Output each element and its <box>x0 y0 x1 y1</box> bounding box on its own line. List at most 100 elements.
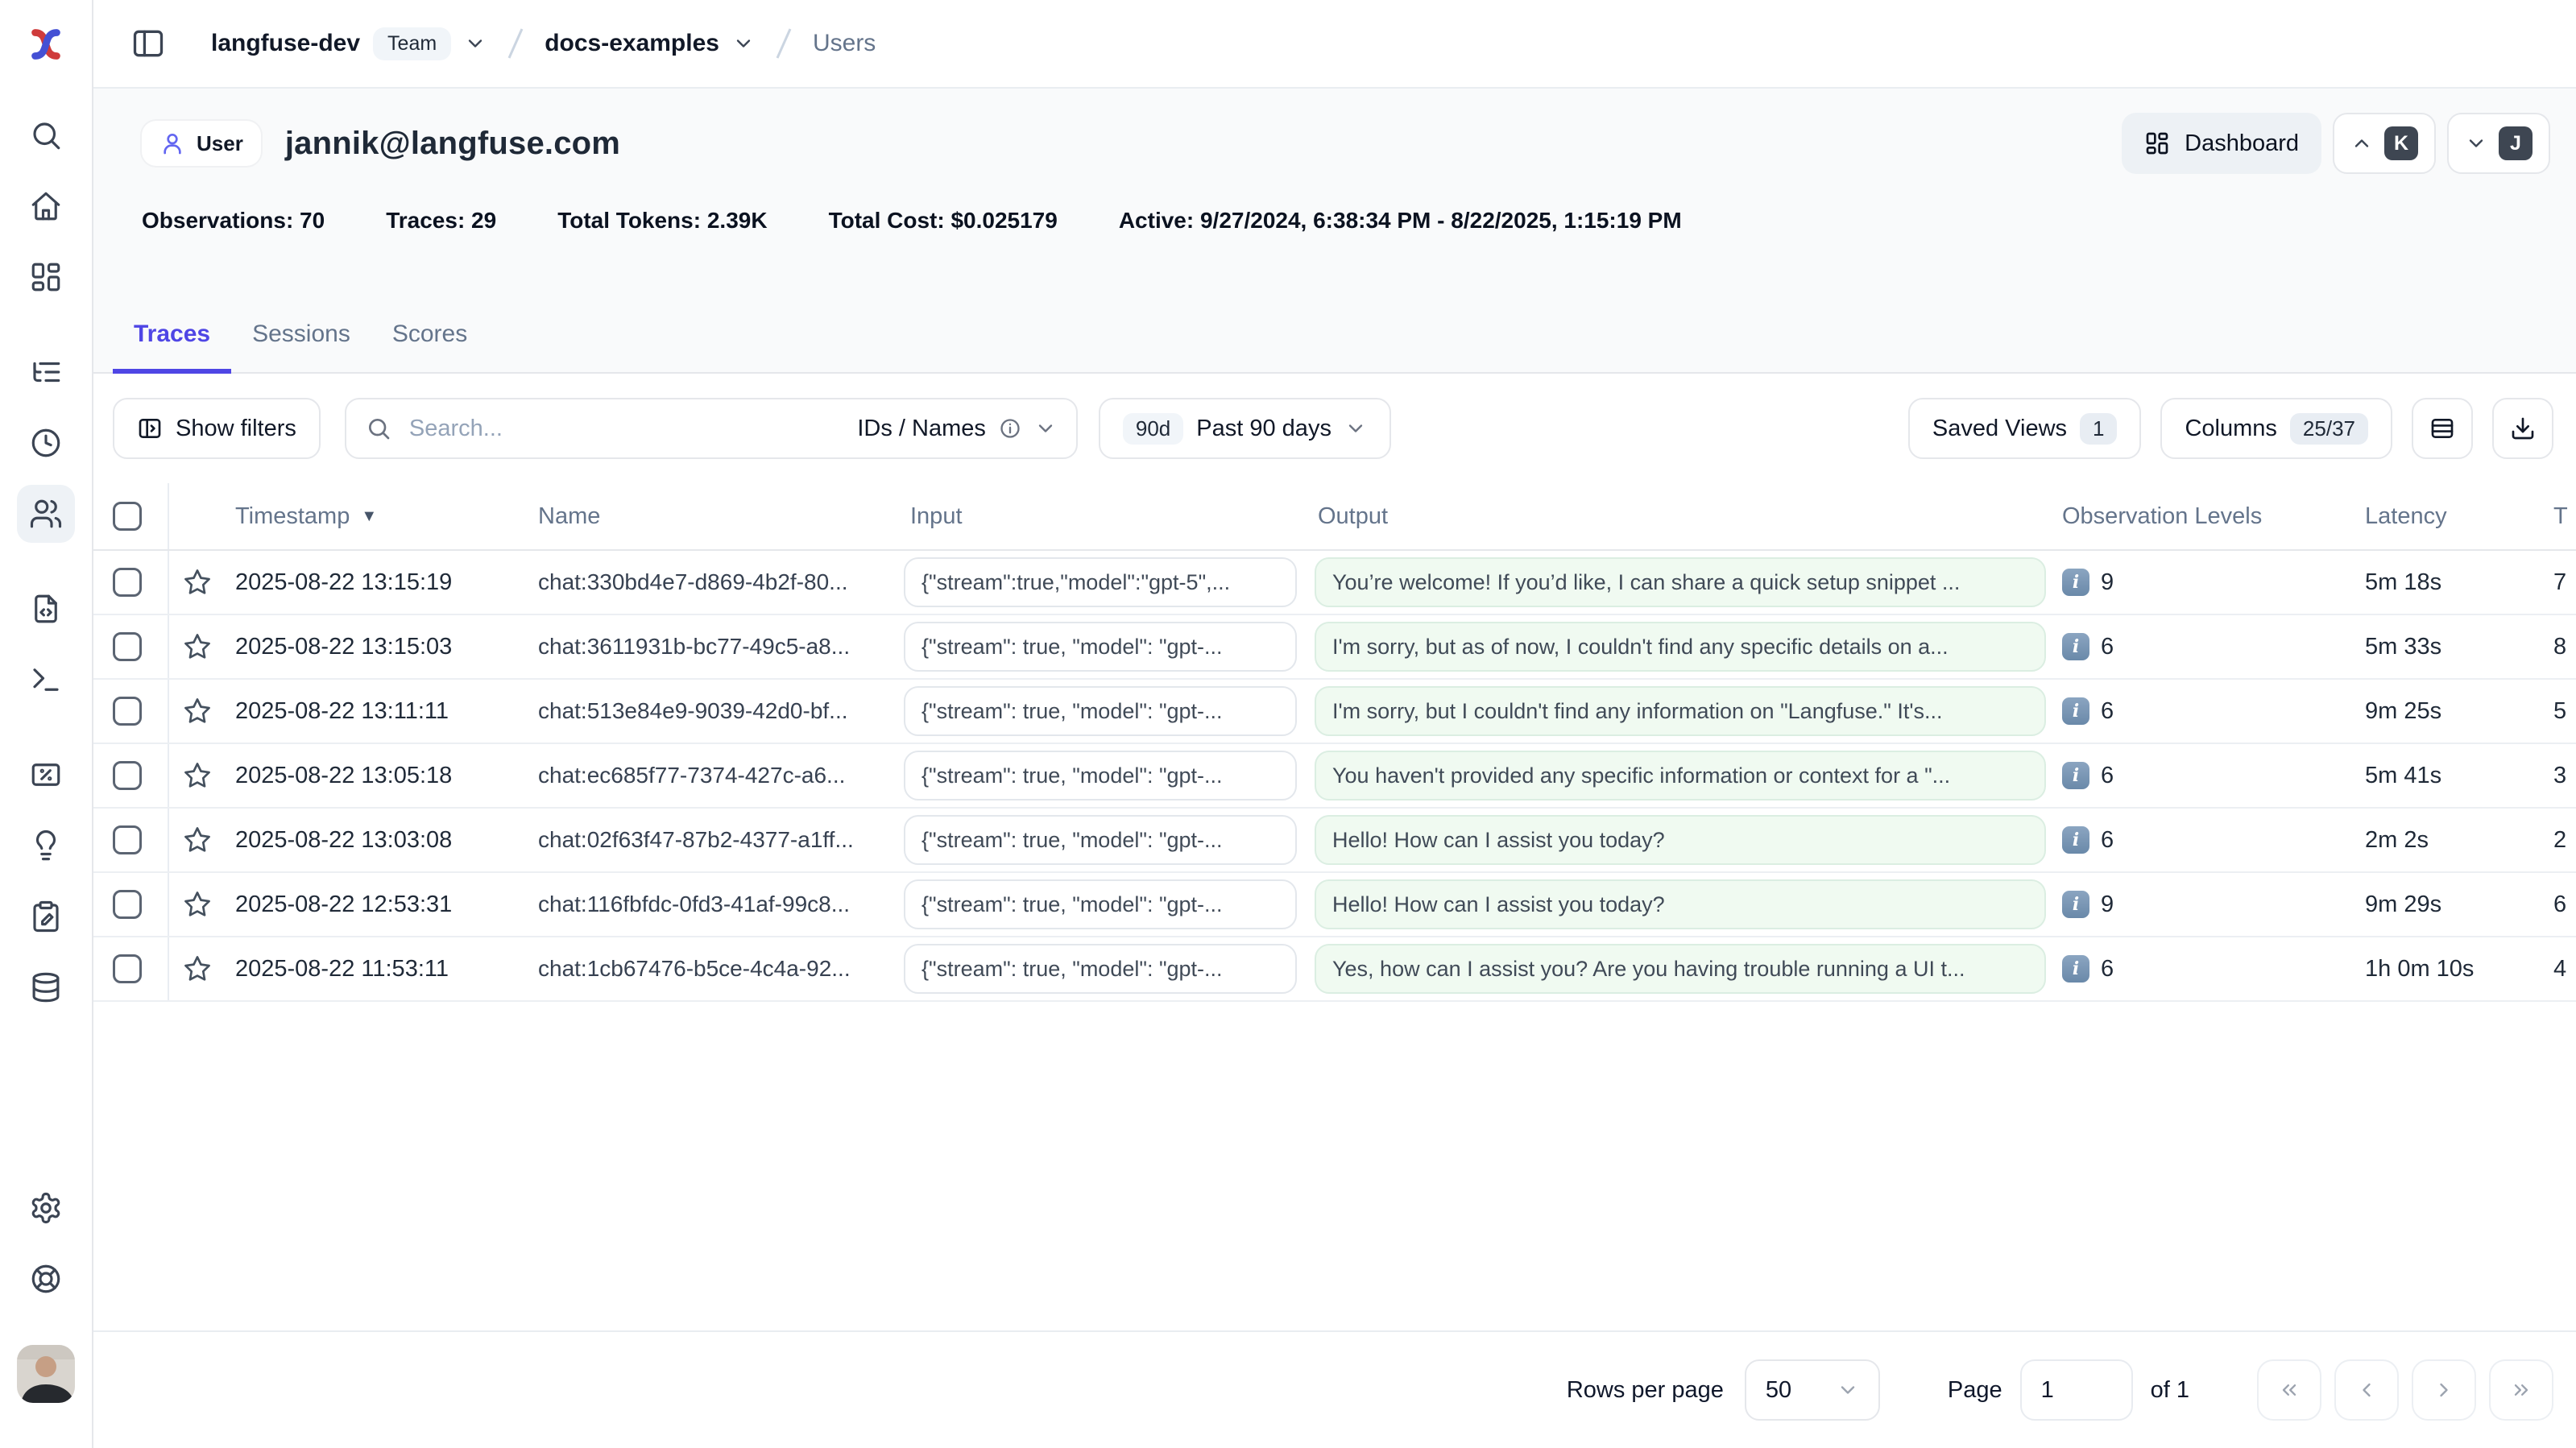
tab-traces[interactable]: Traces <box>113 321 231 374</box>
select-all-checkbox[interactable] <box>113 502 142 531</box>
trace-name[interactable]: chat:ec685f77-7374-427c-a6... <box>528 744 894 807</box>
sidebar-item-annotation[interactable] <box>17 887 75 945</box>
previous-user-button[interactable]: K <box>2333 113 2436 174</box>
column-header-timestamp[interactable]: Timestamp▼ <box>226 483 528 549</box>
sidebar-item-prompts[interactable] <box>17 580 75 638</box>
tab-sessions[interactable]: Sessions <box>231 321 371 374</box>
bookmark-star-button[interactable] <box>182 696 213 726</box>
trace-tokens: 6 <box>2518 873 2576 936</box>
breadcrumb-slash <box>772 24 795 63</box>
trace-input-preview[interactable]: {"stream": true, "model": "gpt-... <box>904 686 1297 736</box>
row-checkbox[interactable] <box>113 825 142 854</box>
trace-name[interactable]: chat:3611931b-bc77-49c5-a8... <box>528 615 894 678</box>
trace-tokens: 3 <box>2518 744 2576 807</box>
file-code-icon <box>29 592 63 626</box>
sidebar-item-datasets[interactable] <box>17 958 75 1016</box>
next-page-button[interactable] <box>2412 1359 2476 1421</box>
search-scope-label: IDs / Names <box>857 416 986 442</box>
rows-per-page-select[interactable]: 50 <box>1745 1359 1880 1421</box>
table-row[interactable]: 2025-08-22 13:15:19 chat:330bd4e7-d869-4… <box>93 551 2576 615</box>
trace-output-preview[interactable]: Yes, how can I assist you? Are you havin… <box>1315 944 2046 994</box>
row-checkbox[interactable] <box>113 954 142 983</box>
row-checkbox[interactable] <box>113 568 142 597</box>
chevron-down-icon <box>464 32 487 55</box>
trace-output-preview[interactable]: Hello! How can I assist you today? <box>1315 815 2046 865</box>
trace-output-preview[interactable]: Hello! How can I assist you today? <box>1315 879 2046 929</box>
filter-bar: Show filters IDs / Names 90d Past 90 day… <box>93 374 2576 459</box>
row-checkbox[interactable] <box>113 697 142 726</box>
info-level-badge: i <box>2062 697 2089 725</box>
sidebar-item-users[interactable] <box>17 485 75 543</box>
table-row[interactable]: 2025-08-22 13:11:11 chat:513e84e9-9039-4… <box>93 680 2576 744</box>
user-avatar[interactable] <box>17 1345 75 1403</box>
last-page-button[interactable] <box>2489 1359 2553 1421</box>
tab-scores[interactable]: Scores <box>371 321 488 374</box>
sidebar-toggle-button[interactable] <box>124 19 172 68</box>
trace-input-preview[interactable]: {"stream": true, "model": "gpt-... <box>904 879 1297 929</box>
row-height-button[interactable] <box>2412 398 2473 459</box>
bookmark-star-button[interactable] <box>182 825 213 855</box>
trace-input-preview[interactable]: {"stream": true, "model": "gpt-... <box>904 815 1297 865</box>
langfuse-logo[interactable] <box>0 0 92 89</box>
project-selector[interactable]: docs-examples <box>545 30 755 57</box>
export-button[interactable] <box>2492 398 2553 459</box>
sidebar-item-evaluation[interactable] <box>17 746 75 804</box>
time-range-filter[interactable]: 90d Past 90 days <box>1099 398 1391 459</box>
lifebuoy-icon <box>29 1262 63 1296</box>
bookmark-star-button[interactable] <box>182 631 213 662</box>
sidebar-item-playground[interactable] <box>17 651 75 709</box>
bookmark-star-button[interactable] <box>182 760 213 791</box>
trace-output-preview[interactable]: I'm sorry, but I couldn't find any infor… <box>1315 686 2046 736</box>
table-row[interactable]: 2025-08-22 13:05:18 chat:ec685f77-7374-4… <box>93 744 2576 809</box>
sidebar-item-home[interactable] <box>17 177 75 235</box>
page-total-label: of 1 <box>2151 1377 2189 1404</box>
trace-latency: 5m 41s <box>2357 744 2518 807</box>
bookmark-star-button[interactable] <box>182 567 213 598</box>
show-filters-button[interactable]: Show filters <box>113 398 321 459</box>
first-page-button[interactable] <box>2257 1359 2321 1421</box>
saved-views-button[interactable]: Saved Views 1 <box>1908 398 2142 459</box>
previous-page-button[interactable] <box>2334 1359 2399 1421</box>
trace-output-preview[interactable]: You haven't provided any specific inform… <box>1315 751 2046 801</box>
trace-output-preview[interactable]: I'm sorry, but as of now, I couldn't fin… <box>1315 622 2046 672</box>
org-selector[interactable]: langfuse-dev Team <box>211 27 487 60</box>
page-number-input[interactable] <box>2020 1359 2133 1421</box>
next-user-button[interactable]: J <box>2447 113 2550 174</box>
trace-input-preview[interactable]: {"stream":true,"model":"gpt-5",... <box>904 557 1297 607</box>
columns-button[interactable]: Columns 25/37 <box>2160 398 2392 459</box>
sidebar-item-insights[interactable] <box>17 817 75 875</box>
table-row[interactable]: 2025-08-22 13:03:08 chat:02f63f47-87b2-4… <box>93 809 2576 873</box>
table-row[interactable]: 2025-08-22 12:53:31 chat:116fbfdc-0fd3-4… <box>93 873 2576 937</box>
sidebar-item-settings[interactable] <box>17 1179 75 1237</box>
trace-timestamp: 2025-08-22 13:03:08 <box>226 809 528 871</box>
trace-name[interactable]: chat:513e84e9-9039-42d0-bf... <box>528 680 894 743</box>
sidebar-item-search[interactable] <box>17 106 75 164</box>
trace-name[interactable]: chat:1cb67476-b5ce-4c4a-92... <box>528 937 894 1000</box>
trace-input-preview[interactable]: {"stream": true, "model": "gpt-... <box>904 622 1297 672</box>
search-input[interactable] <box>406 414 843 444</box>
sidebar-item-sessions[interactable] <box>17 414 75 472</box>
row-checkbox[interactable] <box>113 890 142 919</box>
trace-output-preview[interactable]: You’re welcome! If you’d like, I can sha… <box>1315 557 2046 607</box>
row-checkbox[interactable] <box>113 632 142 661</box>
trace-input-preview[interactable]: {"stream": true, "model": "gpt-... <box>904 944 1297 994</box>
trace-name[interactable]: chat:330bd4e7-d869-4b2f-80... <box>528 551 894 614</box>
table-row[interactable]: 2025-08-22 13:15:03 chat:3611931b-bc77-4… <box>93 615 2576 680</box>
bookmark-star-button[interactable] <box>182 889 213 920</box>
trace-name[interactable]: chat:02f63f47-87b2-4377-a1ff... <box>528 809 894 871</box>
trace-input-preview[interactable]: {"stream": true, "model": "gpt-... <box>904 751 1297 801</box>
sidebar-item-support[interactable] <box>17 1250 75 1308</box>
sidebar-item-tracing[interactable] <box>17 343 75 401</box>
bookmark-star-button[interactable] <box>182 954 213 984</box>
search-scope-selector[interactable]: IDs / Names <box>857 416 1057 442</box>
trace-timestamp: 2025-08-22 13:15:03 <box>226 615 528 678</box>
org-plan-badge: Team <box>373 27 451 60</box>
rows-per-page-label: Rows per page <box>1567 1377 1724 1404</box>
trace-name[interactable]: chat:116fbfdc-0fd3-41af-99c8... <box>528 873 894 936</box>
chevron-down-icon <box>732 32 755 55</box>
trace-latency: 9m 29s <box>2357 873 2518 936</box>
row-checkbox[interactable] <box>113 761 142 790</box>
dashboard-button[interactable]: Dashboard <box>2122 113 2321 174</box>
sidebar-item-dashboards[interactable] <box>17 248 75 306</box>
table-row[interactable]: 2025-08-22 11:53:11 chat:1cb67476-b5ce-4… <box>93 937 2576 1002</box>
